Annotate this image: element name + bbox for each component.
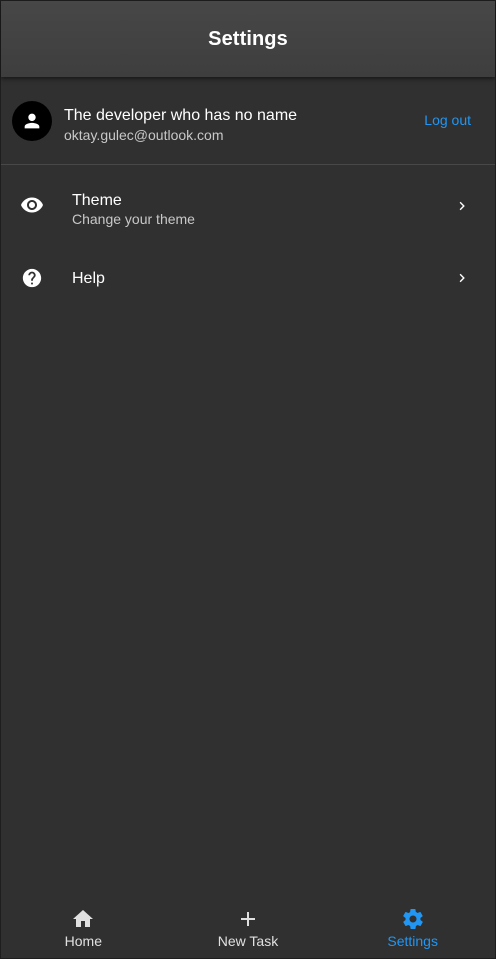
avatar — [12, 101, 52, 141]
profile-section: The developer who has no name oktay.gule… — [1, 77, 495, 165]
page-title: Settings — [208, 27, 288, 50]
plus-icon — [236, 907, 260, 931]
settings-item-title: Help — [72, 270, 105, 287]
settings-item-help[interactable]: Help — [1, 241, 495, 313]
profile-name: The developer who has no name — [64, 107, 298, 124]
profile-email: oktay.gulec@outlook.com — [64, 127, 224, 143]
nav-label: Settings — [387, 933, 438, 949]
nav-home[interactable]: Home — [1, 902, 166, 958]
gear-icon — [401, 907, 425, 931]
nav-new-task[interactable]: New Task — [166, 902, 331, 958]
eye-icon — [20, 193, 44, 217]
app-bar: Settings — [1, 1, 495, 77]
chevron-right-icon — [455, 271, 469, 285]
settings-item-title: Theme — [72, 192, 122, 209]
nav-label: Home — [64, 933, 103, 949]
home-icon — [71, 907, 95, 931]
settings-item-theme[interactable]: Theme Change your theme — [1, 169, 495, 241]
logout-button[interactable]: Log out — [424, 112, 471, 128]
settings-item-subtitle: Change your theme — [72, 211, 195, 227]
chevron-right-icon — [455, 199, 469, 213]
help-circle-icon — [20, 266, 44, 290]
person-icon — [21, 110, 43, 132]
bottom-navigation: Home New Task Settings — [1, 902, 495, 958]
settings-screen: Settings The developer who has no name o… — [0, 0, 496, 959]
nav-settings[interactable]: Settings — [330, 902, 495, 958]
nav-label: New Task — [217, 933, 279, 949]
